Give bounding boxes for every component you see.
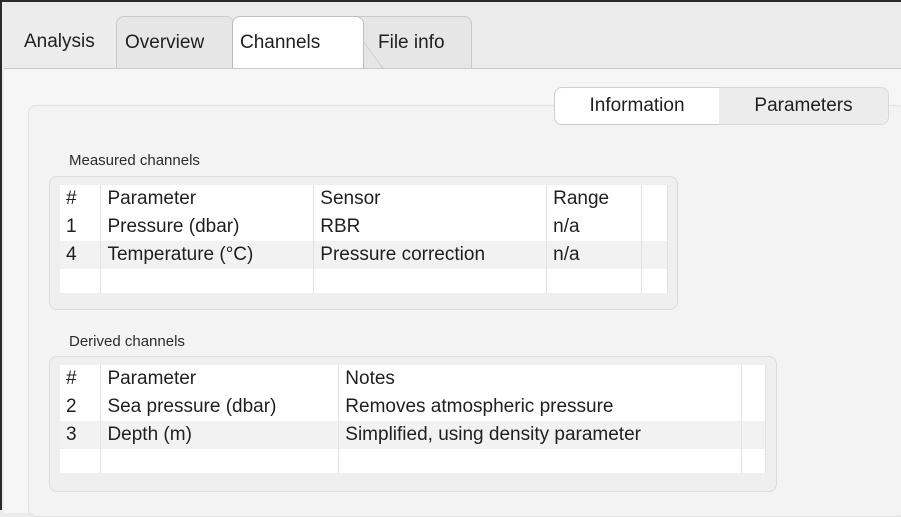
column-header-number[interactable]: # — [60, 365, 102, 393]
table-row[interactable]: 2 Sea pressure (dbar) Removes atmospheri… — [60, 393, 766, 421]
measured-channels-table: # Parameter Sensor Range 1 Pressure (dba… — [60, 185, 668, 293]
table-row-empty — [60, 449, 766, 473]
column-header-empty — [741, 365, 766, 393]
column-header-number[interactable]: # — [60, 185, 102, 213]
measured-channels-label: Measured channels — [69, 152, 200, 169]
derived-channels-table: # Parameter Notes 2 Sea pressure (dbar) … — [60, 365, 766, 473]
cell-range: n/a — [546, 213, 643, 241]
cell-parameter: Pressure (dbar) — [100, 213, 315, 241]
app-window: Analysis Overview File info Channels Mea… — [0, 0, 901, 517]
tab-file-info[interactable]: File info — [354, 16, 472, 68]
table-header-row: # Parameter Notes — [60, 365, 766, 393]
content-box: Measured channels # Parameter Sensor Ran… — [28, 105, 901, 517]
channels-panel: Measured channels # Parameter Sensor Ran… — [4, 68, 901, 517]
tab-overview[interactable]: Overview — [116, 16, 234, 68]
main-tab-bar: Analysis Overview File info Channels — [2, 16, 901, 68]
subtab-information[interactable]: Information — [554, 87, 720, 125]
cell-empty — [641, 213, 668, 241]
derived-channels-label: Derived channels — [69, 333, 185, 350]
column-header-empty — [641, 185, 668, 213]
table-row[interactable]: 1 Pressure (dbar) RBR n/a — [60, 213, 668, 241]
cell-empty — [741, 421, 766, 449]
measured-channels-group: # Parameter Sensor Range 1 Pressure (dba… — [49, 176, 678, 310]
column-header-range[interactable]: Range — [546, 185, 643, 213]
cell-sensor: RBR — [313, 213, 548, 241]
cell-sensor: Pressure correction — [313, 241, 548, 269]
cell-number: 3 — [60, 421, 102, 449]
table-header-row: # Parameter Sensor Range — [60, 185, 668, 213]
tab-analysis[interactable]: Analysis — [24, 16, 118, 68]
cell-parameter: Temperature (°C) — [100, 241, 315, 269]
cell-notes: Removes atmospheric pressure — [338, 393, 743, 421]
table-row[interactable]: 4 Temperature (°C) Pressure correction n… — [60, 241, 668, 269]
subtab-parameters[interactable]: Parameters — [719, 87, 889, 125]
cell-number: 4 — [60, 241, 102, 269]
column-header-notes[interactable]: Notes — [338, 365, 743, 393]
cell-notes: Simplified, using density parameter — [338, 421, 743, 449]
cell-parameter: Sea pressure (dbar) — [100, 393, 340, 421]
column-header-parameter[interactable]: Parameter — [100, 185, 315, 213]
column-header-sensor[interactable]: Sensor — [313, 185, 548, 213]
tab-channels[interactable]: Channels — [232, 16, 364, 68]
cell-empty — [741, 393, 766, 421]
cell-parameter: Depth (m) — [100, 421, 340, 449]
column-header-parameter[interactable]: Parameter — [100, 365, 340, 393]
derived-channels-group: # Parameter Notes 2 Sea pressure (dbar) … — [49, 356, 777, 492]
cell-range: n/a — [546, 241, 643, 269]
cell-number: 2 — [60, 393, 102, 421]
table-row-empty — [60, 269, 668, 293]
table-row[interactable]: 3 Depth (m) Simplified, using density pa… — [60, 421, 766, 449]
cell-number: 1 — [60, 213, 102, 241]
cell-empty — [641, 241, 668, 269]
